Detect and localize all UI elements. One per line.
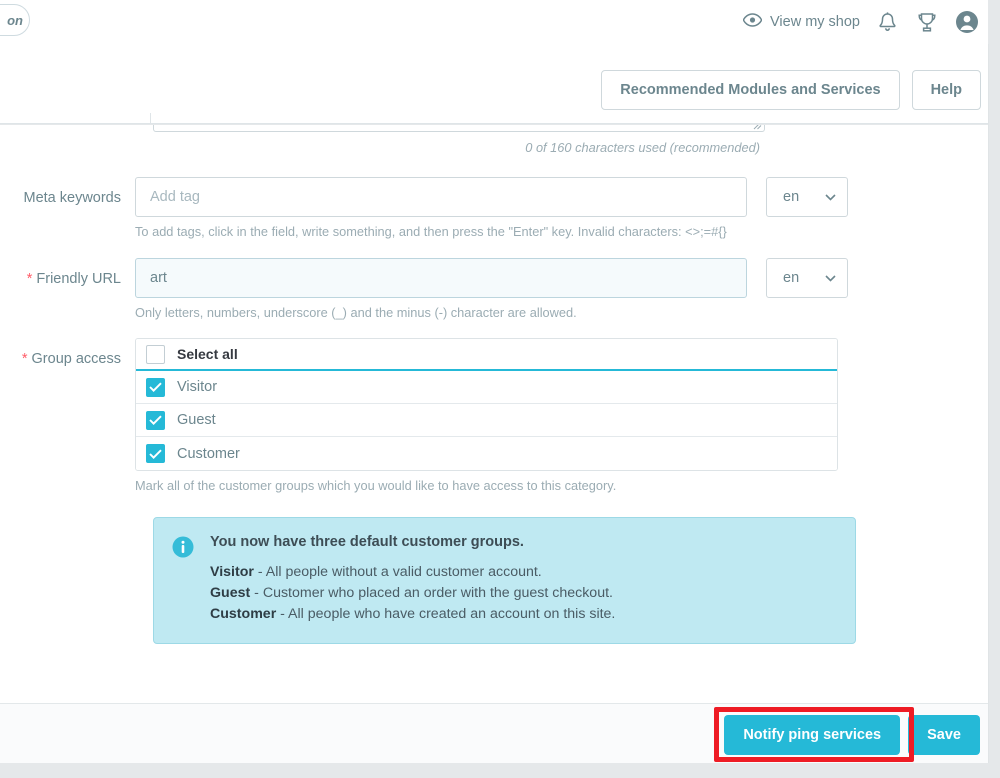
customer-groups-info-alert: You now have three default customer grou… (153, 517, 856, 644)
view-my-shop-link[interactable]: View my shop (742, 13, 860, 31)
save-button[interactable]: Save (908, 715, 980, 755)
meta-keywords-help: To add tags, click in the field, write s… (135, 224, 727, 239)
meta-keywords-row: Meta keywords en To add tags, click in t… (0, 177, 848, 240)
account-icon[interactable] (954, 9, 980, 35)
chevron-down-icon (825, 193, 836, 201)
group-access-select-all-row[interactable]: Select all (136, 339, 837, 371)
category-form-card: 0 of 160 characters used (recommended) M… (0, 125, 988, 703)
meta-keywords-label: Meta keywords (23, 190, 121, 206)
toolbar-actions: Recommended Modules and Services Help (601, 70, 981, 110)
toolbar-divider-tick (150, 113, 151, 123)
alert-title: You now have three default customer grou… (210, 534, 524, 550)
form-footer: Notify ping services Save (0, 703, 988, 763)
required-asterisk: * (21, 351, 28, 367)
group-access-item-visitor[interactable]: Visitor (136, 371, 837, 404)
app-screen: on View my shop Recommended Modules and … (0, 0, 1000, 778)
check-icon (149, 415, 162, 425)
alert-term-visitor: Visitor (210, 564, 254, 580)
trophy-icon[interactable] (914, 9, 940, 35)
visitor-checkbox[interactable] (146, 377, 165, 397)
alert-desc-guest: - Customer who placed an order with the … (250, 585, 613, 601)
right-gutter (988, 0, 1000, 778)
visitor-label: Visitor (177, 379, 218, 395)
view-my-shop-label: View my shop (770, 14, 860, 30)
check-icon (149, 382, 162, 392)
friendly-url-language-select[interactable]: en (766, 258, 848, 298)
required-asterisk: * (26, 271, 33, 287)
help-button[interactable]: Help (911, 70, 981, 110)
recommended-modules-button[interactable]: Recommended Modules and Services (601, 70, 900, 110)
meta-keywords-language-select[interactable]: en (766, 177, 848, 217)
friendly-url-field: en Only letters, numbers, underscore (_)… (135, 258, 848, 321)
meta-description-textarea[interactable] (153, 125, 765, 132)
select-all-label: Select all (177, 346, 238, 362)
group-access-item-guest[interactable]: Guest (136, 404, 837, 437)
group-access-help: Mark all of the customer groups which yo… (135, 478, 617, 493)
customer-label: Customer (177, 445, 240, 462)
notify-ping-services-button[interactable]: Notify ping services (724, 715, 901, 755)
footer-actions: Notify ping services Save (724, 715, 980, 755)
friendly-url-row: *Friendly URL en Only letters, numbers, … (0, 258, 848, 321)
guest-label: Guest (177, 412, 216, 428)
info-circle-icon (172, 536, 194, 558)
group-access-table: Select all Visitor Guest Customer (135, 338, 838, 471)
eye-icon (742, 13, 763, 31)
alert-line-visitor: Visitor - All people without a valid cus… (210, 562, 615, 583)
alert-desc-customer: - All people who have created an account… (276, 606, 616, 622)
group-access-field: Select all Visitor Guest Customer Mark a… (135, 338, 838, 494)
check-icon (149, 449, 162, 459)
page-bottom-strip (0, 763, 988, 778)
header-right-actions: View my shop (742, 0, 980, 44)
page-toolbar: Recommended Modules and Services Help (0, 44, 988, 124)
alert-body: You now have three default customer grou… (210, 534, 615, 625)
friendly-url-language-value: en (783, 270, 800, 286)
alert-line-guest: Guest - Customer who placed an order wit… (210, 583, 615, 604)
group-access-label: * Group access (21, 351, 121, 367)
textarea-resize-grip[interactable] (753, 125, 762, 130)
guest-checkbox[interactable] (146, 410, 165, 430)
customer-checkbox[interactable] (146, 444, 165, 463)
content-right-border (988, 44, 989, 763)
chevron-down-icon (825, 274, 836, 282)
alert-term-guest: Guest (210, 585, 251, 601)
select-all-checkbox[interactable] (146, 344, 165, 364)
sidebar-collapsed-pill[interactable]: on (0, 4, 30, 36)
sidebar-pill-label: on (7, 12, 23, 28)
meta-keywords-language-value: en (783, 189, 800, 205)
meta-description-char-count: 0 of 160 characters used (recommended) (525, 140, 760, 155)
alert-line-customer: Customer - All people who have created a… (210, 604, 615, 625)
alert-term-customer: Customer (210, 606, 277, 622)
meta-keywords-field: en To add tags, click in the field, writ… (135, 177, 848, 240)
alert-desc-visitor: - All people without a valid customer ac… (253, 564, 542, 580)
friendly-url-label: * Friendly URL (26, 271, 121, 287)
top-header: on View my shop (0, 0, 988, 44)
friendly-url-input[interactable] (135, 258, 747, 298)
bell-icon[interactable] (874, 9, 900, 35)
meta-keywords-input[interactable] (135, 177, 747, 217)
friendly-url-help: Only letters, numbers, underscore (_) an… (135, 305, 577, 320)
group-access-row: * Group access Select all Visitor Guest … (0, 338, 838, 494)
group-access-item-customer[interactable]: Customer (136, 437, 837, 470)
